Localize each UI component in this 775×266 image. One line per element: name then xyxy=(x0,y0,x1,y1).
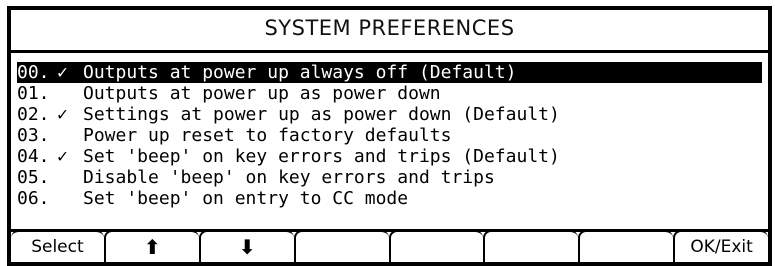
list-item[interactable]: 01. Outputs at power up as power down xyxy=(17,83,762,104)
check-icon: ✓ xyxy=(57,62,68,83)
item-label: Set 'beep' on key errors and trips (Defa… xyxy=(83,146,560,167)
item-number: 00. xyxy=(17,62,50,83)
item-number: 04. xyxy=(17,146,50,167)
ok-exit-softkey[interactable]: OK/Exit xyxy=(673,230,768,262)
item-label: Settings at power up as power down (Defa… xyxy=(83,104,560,125)
check-icon: ✓ xyxy=(57,104,68,125)
list-item[interactable]: 03. Power up reset to factory defaults xyxy=(17,125,762,146)
item-label: Outputs at power up always off (Default) xyxy=(83,62,517,83)
check-icon: ✓ xyxy=(57,146,68,167)
item-number: 02. xyxy=(17,104,50,125)
blank-softkey-5[interactable] xyxy=(388,230,484,262)
select-softkey[interactable]: Select xyxy=(11,230,104,262)
item-number: 01. xyxy=(17,83,50,104)
arrow-down-icon: ⬇ xyxy=(238,235,256,259)
arrow-up-icon: ⬆ xyxy=(143,235,161,259)
blank-softkey-7[interactable] xyxy=(578,230,674,262)
item-number: 03. xyxy=(17,125,50,146)
softkey-bar: Select ⬆ ⬇ OK/Exit xyxy=(11,229,768,262)
item-label: Power up reset to factory defaults xyxy=(83,125,452,146)
blank-softkey-4[interactable] xyxy=(293,230,389,262)
title-divider xyxy=(11,50,768,53)
list-item[interactable]: 02. ✓ Settings at power up as power down (… xyxy=(17,104,762,125)
down-softkey[interactable]: ⬇ xyxy=(198,230,294,262)
item-number: 06. xyxy=(17,188,50,209)
item-label: Set 'beep' on entry to CC mode xyxy=(83,188,409,209)
up-softkey[interactable]: ⬆ xyxy=(103,230,199,262)
list-item[interactable]: 06. Set 'beep' on entry to CC mode xyxy=(17,188,762,209)
item-number: 05. xyxy=(17,167,50,188)
preferences-list: 00. ✓ Outputs at power up always off (Defa… xyxy=(17,62,762,209)
item-label: Outputs at power up as power down xyxy=(83,83,441,104)
list-item[interactable]: 00. ✓ Outputs at power up always off (Defa… xyxy=(17,62,762,83)
preferences-screen: SYSTEM PREFERENCES 00. ✓ Outputs at power … xyxy=(7,6,772,266)
screen-title: SYSTEM PREFERENCES xyxy=(264,16,515,40)
item-label: Disable 'beep' on key errors and trips xyxy=(83,167,495,188)
blank-softkey-6[interactable] xyxy=(483,230,579,262)
list-item[interactable]: 04. ✓ Set 'beep' on key errors and trips (… xyxy=(17,146,762,167)
list-item[interactable]: 05. Disable 'beep' on key errors and trip… xyxy=(17,167,762,188)
